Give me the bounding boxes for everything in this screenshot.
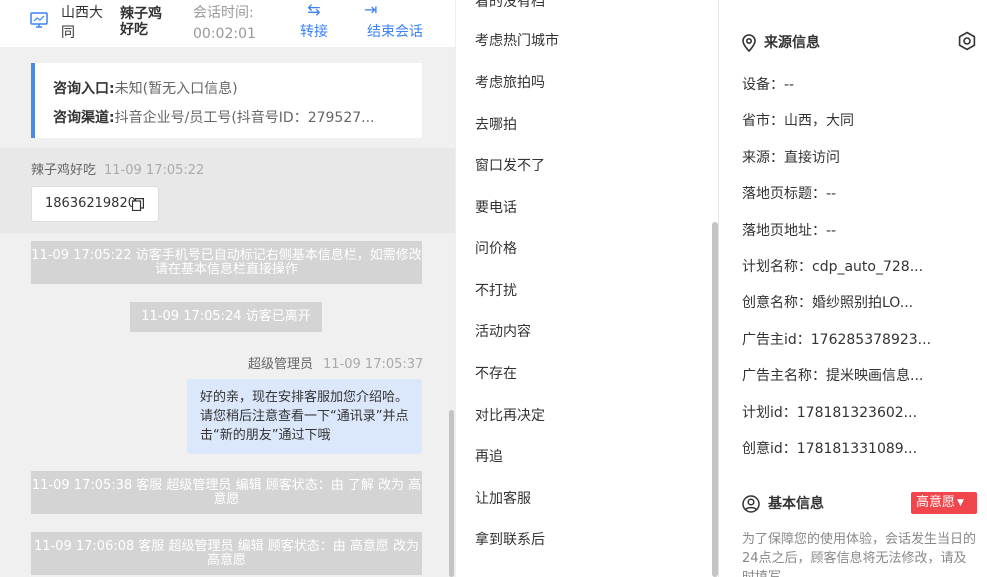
source-info-row: 创意id：178181331089... — [742, 441, 918, 457]
location-pin-icon — [742, 34, 756, 53]
agent-meta: 超级管理员 11-09 17:05:37 — [248, 353, 423, 372]
quick-reply-item[interactable]: 活动内容 — [475, 321, 531, 341]
source-info-row: 来源：直接访问 — [742, 150, 840, 166]
system-message: 11-09 17:05:24 访客已离开 — [130, 302, 322, 332]
entry-value: 未知(暂无入口信息) — [114, 81, 238, 97]
basic-info-note: 为了保障您的使用体验，会话发生当日的24点之后，顾客信息将无法修改，请及时填写 — [742, 532, 977, 577]
intent-status-label: 高意愿 — [916, 495, 956, 510]
source-info-row: 广告主id：176285378923... — [742, 332, 932, 348]
intent-status-dropdown[interactable]: 高意愿 ▼ — [911, 492, 977, 514]
basic-info-title: 基本信息 — [742, 493, 824, 513]
quick-reply-scrollbar[interactable] — [712, 222, 718, 577]
source-info-row: 计划id：178181323602... — [742, 405, 918, 421]
session-time-value: 00:02:01 — [193, 26, 256, 42]
exit-icon: ⇥ — [364, 0, 378, 19]
end-session-button[interactable]: ⇥ 结束会话 — [362, 0, 428, 44]
source-info-row: 广告主名称：提米映画信息... — [742, 368, 924, 384]
visitor-message: 辣子鸡好吃 11-09 17:05:22 18636219820 — [0, 148, 455, 233]
source-info-row: 落地页标题：-- — [742, 186, 837, 202]
channel-line: 咨询渠道:抖音企业号/员工号(抖音号ID：279527... — [53, 104, 419, 133]
visitor-time: 11-09 17:05:22 — [104, 163, 205, 178]
entry-line: 咨询入口:未知(暂无入口信息) — [53, 75, 419, 104]
source-info-row: 设备：-- — [742, 77, 795, 93]
quick-reply-item[interactable]: 让加客服 — [475, 488, 531, 508]
agent-name: 超级管理员 — [248, 357, 314, 372]
chat-scrollbar[interactable] — [449, 410, 454, 577]
quick-reply-item[interactable]: 看的没有档 — [475, 0, 545, 11]
source-info-title: 来源信息 — [742, 32, 820, 53]
agent-time: 11-09 17:05:37 — [323, 357, 424, 372]
phone-number: 18636219820 — [45, 196, 136, 211]
quick-reply-item[interactable]: 问价格 — [475, 238, 517, 258]
end-session-label: 结束会话 — [367, 24, 423, 40]
source-info-row: 落地页地址：-- — [742, 223, 837, 239]
channel-value: 抖音企业号/员工号(抖音号ID：279527... — [114, 110, 375, 126]
basic-info-label: 基本信息 — [768, 496, 824, 512]
session-time: 会话时间: 00:02:01 — [193, 3, 256, 45]
quick-reply-item[interactable]: 对比再决定 — [475, 405, 545, 425]
transfer-icon: ⇆ — [307, 0, 321, 19]
transfer-label: 转接 — [300, 24, 328, 40]
quick-reply-item[interactable]: 考虑热门城市 — [475, 30, 559, 50]
chat-header: 山西大同 辣子鸡好吃 会话时间: 00:02:01 ⇆ 转接 ⇥ 结束会话 — [0, 0, 455, 48]
transfer-button[interactable]: ⇆ 转接 — [297, 0, 331, 44]
visitor-location: 山西大同 — [61, 5, 103, 41]
source-info-label: 来源信息 — [764, 35, 820, 51]
quick-reply-item[interactable]: 再追 — [475, 446, 503, 466]
visitor-meta: 辣子鸡好吃 11-09 17:05:22 — [31, 159, 204, 178]
channel-key: 咨询渠道: — [53, 110, 115, 126]
session-time-label: 会话时间: — [193, 5, 254, 21]
quick-reply-item[interactable]: 不打扰 — [475, 280, 517, 300]
quick-reply-item[interactable]: 考虑旅拍吗 — [475, 72, 545, 92]
quick-reply-item[interactable]: 要电话 — [475, 197, 517, 217]
entry-info-card: 咨询入口:未知(暂无入口信息) 咨询渠道:抖音企业号/员工号(抖音号ID：279… — [31, 63, 422, 138]
quick-reply-item[interactable]: 不存在 — [475, 363, 517, 383]
customer-name: 辣子鸡好吃 — [120, 6, 162, 38]
chat-panel: 山西大同 辣子鸡好吃 会话时间: 00:02:01 ⇆ 转接 ⇥ 结束会话 咨询… — [0, 0, 455, 577]
user-icon — [742, 495, 760, 513]
quick-reply-item[interactable]: 窗口发不了 — [475, 155, 545, 175]
settings-icon[interactable] — [957, 31, 977, 51]
entry-key: 咨询入口: — [53, 81, 115, 97]
quick-reply-list: 看的没有档考虑热门城市 考虑旅拍吗去哪拍窗口发不了要电话问价格不打扰活动内容不存在… — [455, 0, 719, 577]
system-message: 11-09 17:05:22 访客手机号已自动标记右侧基本信息栏，如需修改请在基… — [31, 241, 422, 284]
quick-reply-item[interactable]: 去哪拍 — [475, 114, 517, 134]
copy-icon[interactable] — [132, 198, 144, 211]
source-info-row: 省市：山西，大同 — [742, 113, 854, 129]
monitor-icon — [30, 12, 48, 28]
system-message: 11-09 17:05:38 客服 超级管理员 编辑 顾客状态：由 了解 改为 … — [31, 471, 422, 514]
phone-message: 18636219820 — [31, 186, 159, 222]
source-info-row: 创意名称：婚纱照别拍LO... — [742, 295, 914, 311]
quick-reply-item[interactable]: 拿到联系后 — [475, 529, 545, 549]
caret-down-icon: ▼ — [957, 498, 964, 508]
visitor-name: 辣子鸡好吃 — [31, 163, 97, 178]
agent-message-bubble: 好的亲，现在安排客服加您介绍哈。请您稍后注意查看一下“通讯录”并点击“新的朋友”… — [187, 379, 422, 454]
system-message: 11-09 17:06:08 客服 超级管理员 编辑 顾客状态：由 高意愿 改为… — [31, 532, 422, 575]
customer-info-panel: 来源信息 设备：-- 省市：山西，大同 来源：直接访问 落地页标题：-- 落地页地址：-… — [720, 0, 987, 577]
source-info-row: 计划名称：cdp_auto_728... — [742, 259, 924, 275]
